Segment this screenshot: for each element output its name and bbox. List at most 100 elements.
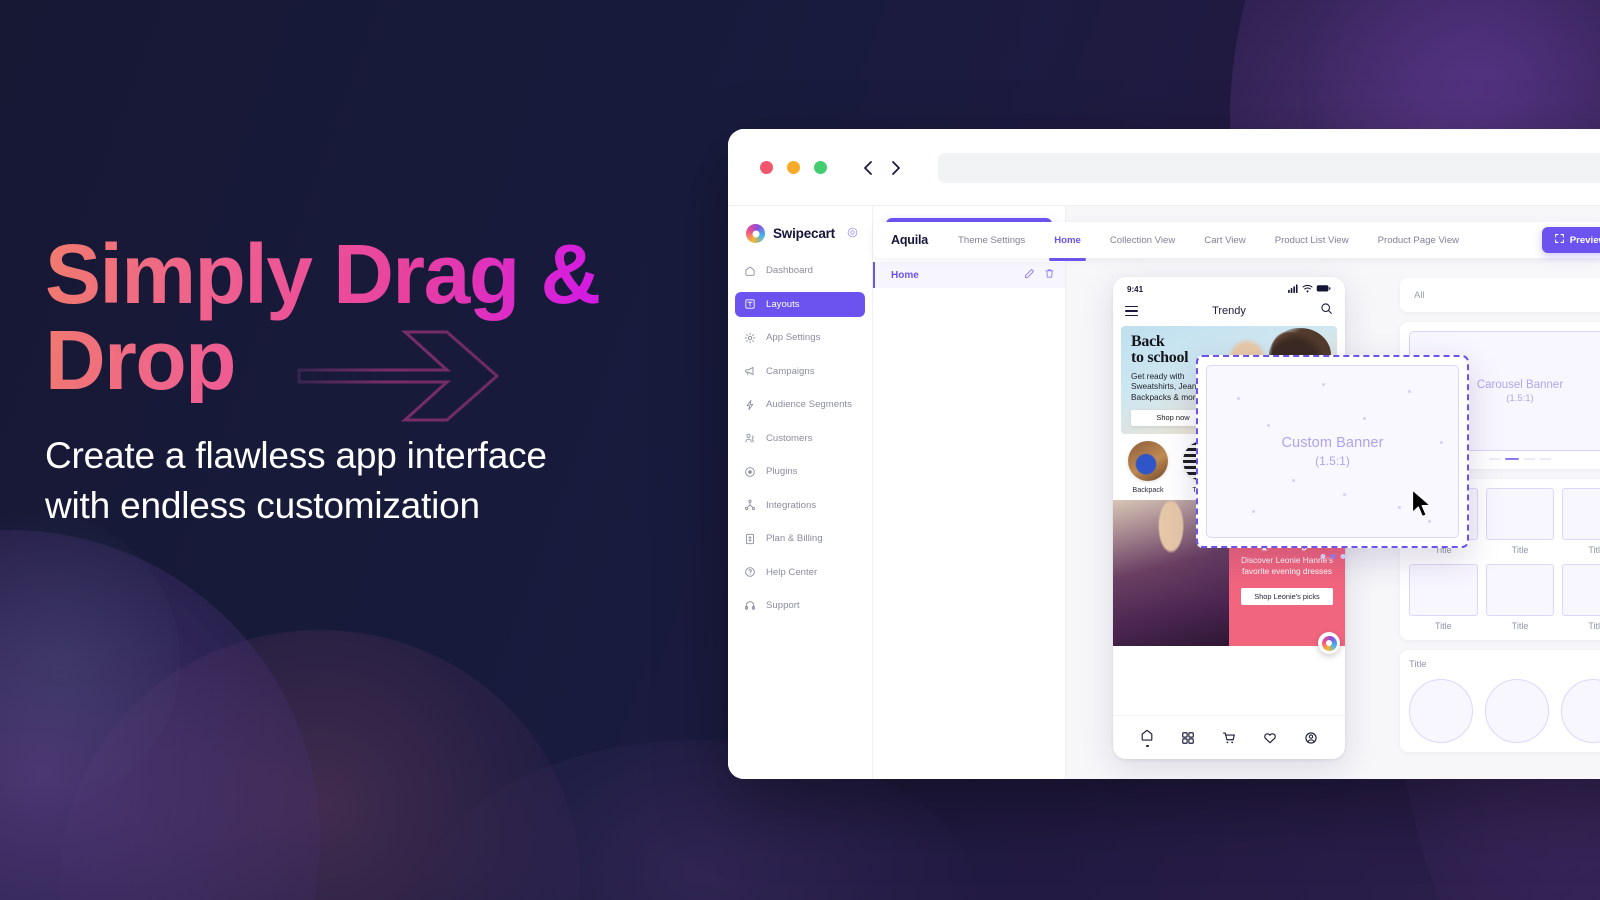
megaphone-icon (743, 365, 756, 378)
signal-icon (1288, 284, 1299, 295)
close-icon[interactable] (760, 161, 773, 174)
tab-collection-view[interactable]: Collection View (1110, 226, 1175, 255)
delete-page-icon[interactable] (1044, 266, 1055, 284)
tab-product-list-view[interactable]: Product List View (1275, 226, 1349, 255)
phone-app-title: Trendy (1212, 305, 1246, 317)
drag-carousel-dots (1320, 554, 1345, 559)
widget-filter-select[interactable]: All (1400, 278, 1600, 312)
bottom-nav-categories[interactable] (1181, 731, 1195, 745)
widget-circle-row[interactable]: Title (1400, 650, 1600, 752)
tile-item[interactable]: Title (1485, 488, 1555, 555)
sidebar-settings-icon[interactable] (847, 225, 858, 243)
drag-dot (1320, 554, 1325, 559)
sidebar-item-label: Layouts (766, 298, 800, 310)
back-icon[interactable] (862, 160, 874, 176)
headline-line-1: Simply Drag & (45, 227, 600, 321)
sidebar-item-help-center[interactable]: Help Center (735, 560, 865, 585)
dragged-widget-title: Custom Banner (1281, 435, 1384, 451)
dragged-widget-ratio: (1.5:1) (1315, 454, 1350, 468)
tile-label: Title (1434, 621, 1452, 631)
wifi-icon (1302, 284, 1313, 295)
tile-thumbnail (1409, 564, 1478, 616)
sidebar-item-campaigns[interactable]: Campaigns (735, 359, 865, 384)
category-item-backpack[interactable]: Backpack (1127, 441, 1169, 494)
tile-item[interactable]: Title (1485, 564, 1555, 631)
bottom-nav-cart[interactable] (1222, 731, 1236, 745)
minimize-icon[interactable] (787, 161, 800, 174)
preview-icon (1554, 233, 1565, 247)
tile-item[interactable]: Title (1562, 488, 1600, 555)
brand-name: Swipecart (773, 226, 835, 241)
sidebar-nav: Dashboard Layouts App Settings Campaigns… (728, 258, 872, 618)
support-icon (743, 599, 756, 612)
tab-cart-view[interactable]: Cart View (1204, 226, 1245, 255)
sidebar-item-label: Campaigns (766, 365, 815, 377)
party-line-4: favorite evening dresses (1242, 566, 1332, 577)
address-bar[interactable] (938, 152, 1600, 183)
bottom-nav-wishlist[interactable] (1263, 731, 1277, 745)
sidebar-item-layouts[interactable]: Layouts (735, 291, 865, 317)
brand-header: Swipecart (728, 220, 872, 243)
drag-dot-active (1330, 554, 1335, 559)
preview-label: Preview (1569, 234, 1600, 246)
party-cta-button[interactable]: Shop Leonie's picks (1241, 587, 1333, 605)
tab-product-page-view[interactable]: Product Page View (1378, 226, 1459, 255)
gear-icon (743, 331, 756, 344)
tile-label: Title (1511, 545, 1529, 555)
tile-thumbnail (1485, 488, 1555, 540)
widget-ratio: (1.5:1) (1506, 392, 1534, 404)
sidebar-item-label: Dashboard (766, 265, 813, 276)
window-controls[interactable] (760, 161, 827, 174)
tab-theme-settings[interactable]: Theme Settings (958, 226, 1025, 255)
search-icon[interactable] (1320, 302, 1333, 320)
forward-icon[interactable] (890, 160, 902, 176)
sidebar-item-customers[interactable]: Customers (735, 426, 865, 451)
bottom-nav-home[interactable] (1140, 728, 1154, 748)
tile-item[interactable]: Title (1562, 564, 1600, 631)
tile-thumbnail (1562, 488, 1600, 540)
status-time: 9:41 (1127, 285, 1144, 294)
sidebar-item-app-settings[interactable]: App Settings (735, 325, 865, 350)
tile-item[interactable]: Title (1409, 564, 1478, 631)
bolt-icon (743, 398, 756, 411)
carousel-dot (1489, 458, 1501, 460)
hamburger-menu-icon[interactable] (1125, 305, 1138, 317)
bottom-nav-account[interactable] (1304, 731, 1318, 745)
sidebar-item-label: Customers (766, 432, 813, 444)
swipecart-logo-icon (1321, 635, 1337, 651)
sidebar-item-plan-billing[interactable]: Plan & Billing (735, 526, 865, 551)
drag-dot (1340, 554, 1345, 559)
integrations-icon (743, 499, 756, 512)
sidebar-item-plugins[interactable]: Plugins (735, 459, 865, 484)
hero-subtitle: Create a flawless app interface with end… (45, 435, 547, 526)
sidebar-item-integrations[interactable]: Integrations (735, 493, 865, 518)
circle-placeholder (1485, 679, 1549, 743)
browser-chrome (728, 129, 1600, 206)
layout-icon (743, 298, 756, 311)
sidebar-item-label: Plugins (766, 466, 798, 477)
page-list-item-home[interactable]: Home (873, 262, 1065, 288)
banner-heading-line-1: Back (1131, 333, 1165, 350)
question-icon (743, 566, 756, 579)
floating-brand-button[interactable] (1318, 632, 1340, 654)
sidebar: Swipecart Dashboard Layouts App Settings… (728, 206, 873, 779)
widget-title: Carousel Banner (1476, 378, 1564, 391)
edit-page-icon[interactable] (1024, 266, 1035, 284)
phone-app-header: Trendy (1113, 298, 1345, 324)
category-thumbnail (1128, 441, 1168, 481)
maximize-icon[interactable] (814, 161, 827, 174)
carousel-dot-active (1505, 458, 1519, 460)
category-label: Backpack (1132, 485, 1164, 494)
widget-filter-value: All (1414, 289, 1425, 301)
tab-home[interactable]: Home (1049, 226, 1086, 261)
page-name: Home (891, 269, 919, 281)
tile-label: Title (1588, 621, 1600, 631)
sidebar-item-dashboard[interactable]: Dashboard (735, 258, 865, 283)
billing-icon (743, 532, 756, 545)
sidebar-item-label: Integrations (766, 499, 817, 511)
sidebar-item-label: Help Center (766, 566, 818, 578)
preview-button[interactable]: Preview (1541, 227, 1600, 253)
sidebar-item-audience-segments[interactable]: Audience Segments (735, 392, 865, 417)
users-icon (743, 432, 756, 445)
sidebar-item-support[interactable]: Support (735, 593, 865, 618)
